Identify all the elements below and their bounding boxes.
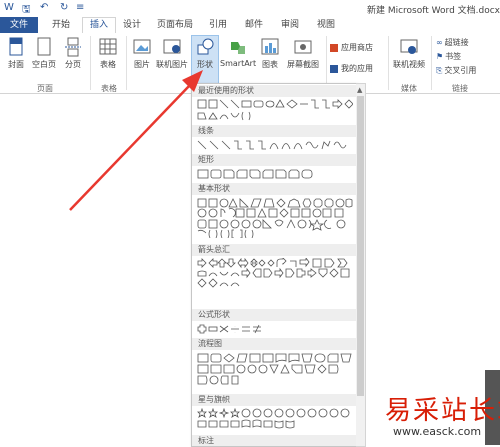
- scroll-up-icon[interactable]: ▲: [357, 86, 362, 94]
- cover-page-label: 封面: [8, 60, 24, 69]
- my-apps-icon: [330, 64, 338, 73]
- bookmark-icon: ⚑: [436, 52, 444, 61]
- app-store-item[interactable]: 应用商店: [330, 42, 373, 53]
- screenshot-button[interactable]: 屏幕截图: [284, 37, 322, 70]
- online-picture-button[interactable]: 联机图片: [154, 37, 190, 70]
- page-break-label: 分页: [65, 60, 81, 69]
- recent-shapes-row[interactable]: [197, 99, 353, 123]
- picture-button[interactable]: 图片: [130, 37, 154, 70]
- tab-insert[interactable]: 插入: [82, 17, 116, 34]
- picture-label: 图片: [134, 60, 150, 69]
- online-video-icon: [400, 39, 418, 54]
- online-picture-icon: [163, 39, 181, 54]
- smartart-button[interactable]: SmartArt: [220, 37, 256, 68]
- title-bar: W 🖫 ↶ ↻ ≡ 新建 Microsoft Word 文档.docx: [0, 0, 500, 17]
- group-separator: [388, 36, 389, 90]
- bookmark-label: 书签: [445, 52, 462, 61]
- group-separator: [126, 36, 127, 90]
- tab-references[interactable]: 引用: [204, 18, 232, 32]
- gallery-scrollbar[interactable]: ▲: [356, 83, 366, 447]
- section-flowchart: 流程图: [192, 338, 357, 350]
- equation-shapes-row[interactable]: [197, 324, 353, 334]
- page-break-button[interactable]: 分页: [60, 37, 86, 70]
- block-arrows-rows[interactable]: [197, 258, 353, 296]
- group-separator: [326, 36, 327, 90]
- basic-shapes-rows[interactable]: [197, 198, 353, 238]
- undo-icon[interactable]: ↶: [40, 2, 48, 13]
- chart-label: 图表: [262, 60, 278, 69]
- shapes-icon: [197, 38, 214, 55]
- qat-menu-icon[interactable]: ≡: [76, 2, 84, 13]
- chart-icon: [261, 38, 279, 55]
- blank-page-icon: [37, 37, 51, 56]
- section-equation-shapes: 公式形状: [192, 309, 357, 321]
- lines-row[interactable]: [197, 140, 353, 150]
- table-icon: [99, 38, 117, 55]
- smartart-label: SmartArt: [220, 59, 257, 68]
- section-stars-banners: 星与旗帜: [192, 394, 357, 406]
- section-block-arrows: 箭头总汇: [192, 244, 357, 256]
- word-icon: W: [4, 2, 14, 13]
- redo-icon[interactable]: ↻: [60, 2, 68, 13]
- cross-reference-item[interactable]: ⎘ 交叉引用: [436, 65, 476, 76]
- blank-page-button[interactable]: 空白页: [31, 37, 57, 70]
- rectangles-row[interactable]: [197, 169, 353, 179]
- table-label: 表格: [100, 60, 116, 69]
- section-recent-shapes: 最近使用的形状: [192, 85, 357, 97]
- group-separator: [90, 36, 91, 90]
- screenshot-icon: [294, 40, 312, 54]
- pages-group-label: 页面: [37, 84, 53, 93]
- tab-review[interactable]: 审阅: [276, 18, 304, 32]
- tab-view[interactable]: 视图: [312, 18, 340, 32]
- my-apps-label: 我的应用: [341, 64, 373, 73]
- section-lines: 线条: [192, 125, 357, 137]
- hyperlink-icon: ∞: [436, 38, 443, 47]
- cover-page-button[interactable]: 封面: [4, 37, 28, 70]
- smartart-icon: [231, 42, 245, 54]
- hyperlink-label: 超链接: [444, 38, 469, 47]
- ribbon-tab-bar: 文件 开始 插入 设计 页面布局 引用 邮件 审阅 视图: [0, 17, 500, 34]
- section-basic-shapes: 基本形状: [192, 183, 357, 195]
- online-video-label: 联机视频: [393, 60, 425, 69]
- watermark-text: 易采站长站: [385, 396, 500, 426]
- cross-reference-label: 交叉引用: [444, 66, 477, 75]
- cross-reference-icon: ⎘: [436, 66, 443, 75]
- watermark-url: www.easck.com: [393, 425, 482, 438]
- tab-page-layout[interactable]: 页面布局: [150, 18, 200, 32]
- section-rectangles: 矩形: [192, 154, 357, 166]
- my-apps-item[interactable]: 我的应用: [330, 63, 373, 74]
- shapes-label: 形状: [197, 60, 213, 69]
- picture-icon: [133, 39, 151, 54]
- section-callouts: 标注: [192, 435, 357, 446]
- blank-page-label: 空白页: [32, 60, 56, 69]
- store-icon: [330, 43, 338, 52]
- document-title: 新建 Microsoft Word 文档.docx: [366, 6, 500, 16]
- cover-page-icon: [9, 37, 23, 56]
- bookmark-item[interactable]: ⚑ 书签: [436, 51, 461, 62]
- chart-button[interactable]: 图表: [258, 37, 282, 70]
- tables-group-label: 表格: [101, 84, 117, 93]
- shapes-button-content[interactable]: 形状: [192, 37, 218, 70]
- tab-mailings[interactable]: 邮件: [240, 18, 268, 32]
- table-button[interactable]: 表格: [94, 37, 122, 70]
- scrollbar-thumb[interactable]: [357, 96, 364, 396]
- links-group-label: 链接: [452, 84, 468, 93]
- hyperlink-item[interactable]: ∞ 超链接: [436, 37, 469, 48]
- online-picture-label: 联机图片: [156, 60, 188, 69]
- online-video-button[interactable]: 联机视频: [391, 37, 427, 70]
- tab-design[interactable]: 设计: [118, 18, 146, 32]
- shapes-gallery[interactable]: 最近使用的形状 线条 矩形 基本形状 箭头总汇 公式形状 流程图 星与旗帜 标注: [191, 83, 358, 447]
- app-store-label: 应用商店: [341, 43, 373, 52]
- group-separator: [431, 36, 432, 90]
- page-break-icon: [65, 37, 81, 57]
- tab-home[interactable]: 开始: [46, 18, 76, 32]
- screenshot-label: 屏幕截图: [287, 60, 319, 69]
- flowchart-rows[interactable]: [197, 353, 353, 387]
- stars-banners-rows[interactable]: [197, 408, 353, 430]
- media-group-label: 媒体: [401, 84, 417, 93]
- tab-file[interactable]: 文件: [0, 17, 38, 33]
